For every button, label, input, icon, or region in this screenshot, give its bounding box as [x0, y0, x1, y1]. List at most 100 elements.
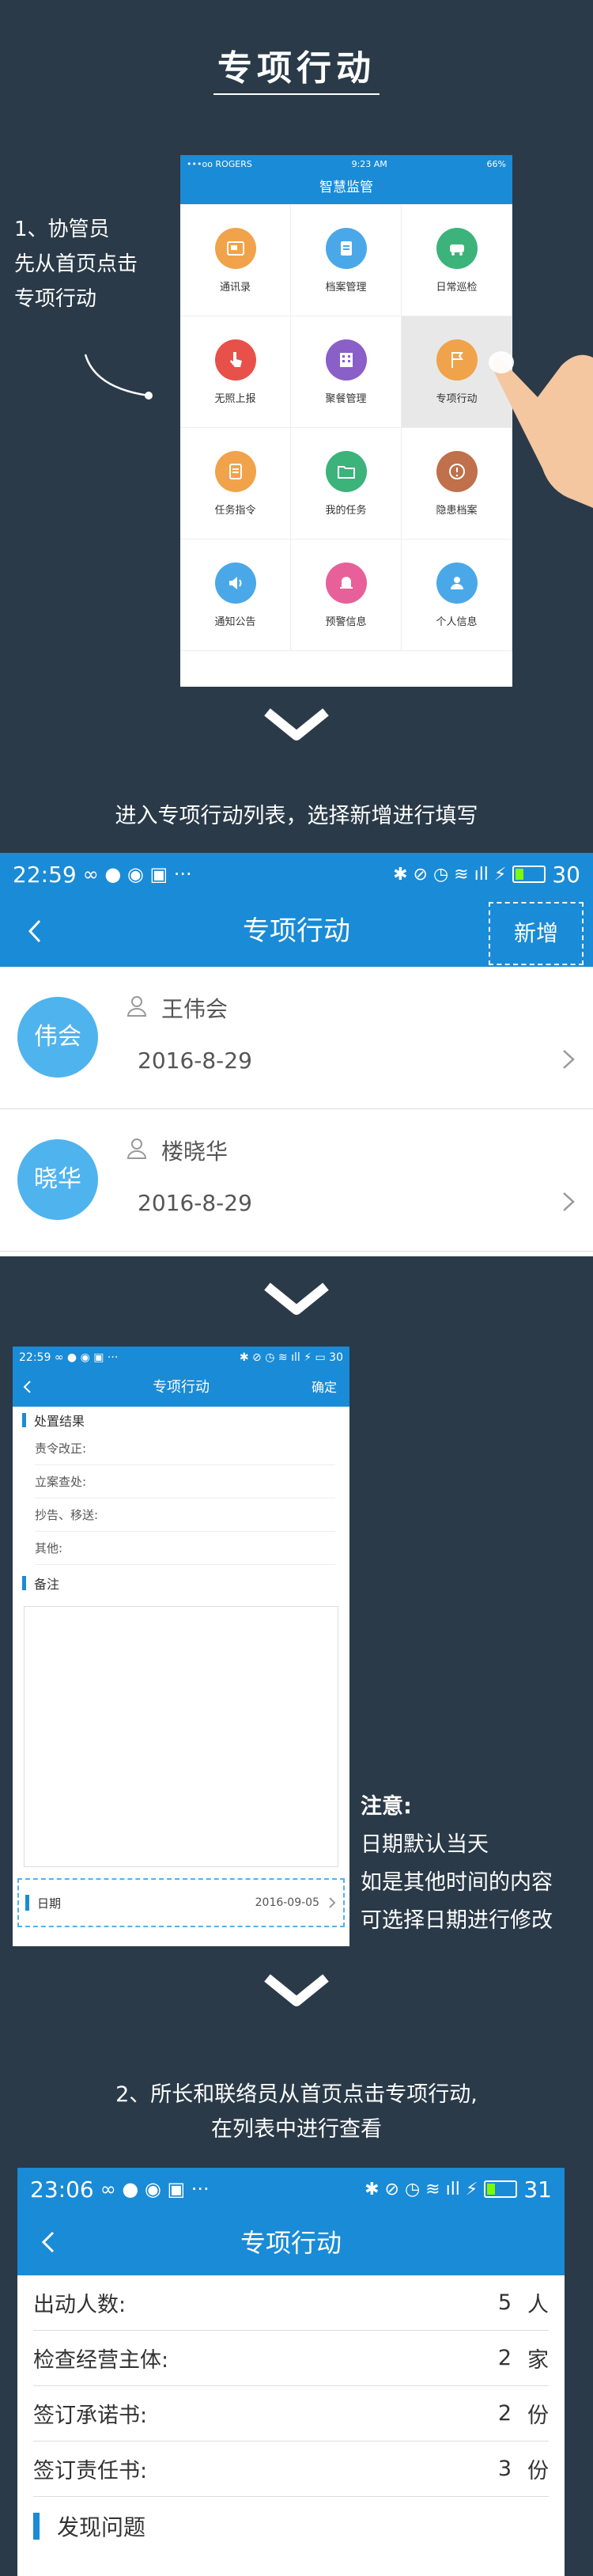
form-field[interactable]: 抄告、移送:: [35, 1498, 335, 1532]
grid-item-task-command[interactable]: 任务指令: [180, 428, 291, 540]
grid-label: 通知公告: [214, 616, 256, 628]
info-label: 签订承诺书:: [33, 2404, 148, 2428]
notification-icons: ∞ ● ◉ ▣ ···: [100, 2178, 210, 2200]
step1-line: 先从首页点击: [14, 252, 138, 276]
grid-item-contacts[interactable]: 通讯录: [180, 205, 291, 316]
section-header: 备注: [13, 1571, 349, 1595]
pointer-icon: [214, 339, 256, 381]
confirm-button[interactable]: 确定: [312, 1369, 337, 1407]
user-icon: [127, 996, 147, 1017]
note-line: 可选择日期进行修改: [361, 1908, 553, 1933]
status-bar: 23:06 ∞ ● ◉ ▣ ··· ✱ ⊘ ◷ ≋ ıll ⚡ 31: [17, 2168, 565, 2210]
add-new-button[interactable]: 新增: [489, 902, 584, 965]
step1-line: 1、协管员: [14, 218, 110, 241]
form-screen-phone: 22:59 ∞ ● ◉ ▣ ··· ✱ ⊘ ◷ ≋ ıll ⚡ ▭ 30 专项行…: [13, 1347, 349, 1946]
grid-item-notice[interactable]: 通知公告: [180, 540, 291, 651]
status-bar: 22:59 ∞ ● ◉ ▣ ··· ✱ ⊘ ◷ ≋ ıll ⚡ ▭ 30: [13, 1347, 349, 1369]
home-grid: 通讯录 档案管理 日常巡检 无照上报 聚餐管理 专项行动 任务指令 我的任务 隐…: [180, 204, 512, 651]
info-row: 签订责任书: 3 份: [33, 2442, 549, 2497]
form-field[interactable]: 其他:: [35, 1532, 335, 1565]
folder-icon: [325, 450, 367, 492]
hand-pointer-icon: [489, 351, 593, 508]
date-label: 日期: [37, 1896, 62, 1911]
curved-arrow-icon: [84, 354, 153, 400]
system-icons: ✱ ⊘ ◷ ≋ ıll ⚡ ▭: [239, 1351, 326, 1364]
date-row[interactable]: 日期 2016-09-05: [17, 1878, 345, 1927]
step1-text: 1、协管员 先从首页点击 专项行动: [14, 212, 138, 316]
avatar: 晓华: [17, 1139, 98, 1220]
remarks-textarea[interactable]: [24, 1606, 338, 1867]
list-item[interactable]: 晓华 楼晓华 2016-8-29: [0, 1109, 593, 1252]
status-time: 9:23 AM: [351, 158, 387, 169]
info-label: 检查经营主体:: [33, 2348, 169, 2373]
detail-screen-phone: 23:06 ∞ ● ◉ ▣ ··· ✱ ⊘ ◷ ≋ ıll ⚡ 31 专项行动 出动…: [17, 2168, 565, 2576]
date-value: 2016-09-05: [255, 1896, 319, 1909]
status-bar: •••oo ROGERS 9:23 AM 66%: [180, 155, 512, 172]
chevron-right-icon: [563, 1192, 575, 1211]
status-bar: 22:59 ∞ ● ◉ ▣ ··· ✱ ⊘ ◷ ≋ ıll ⚡ 30: [0, 853, 593, 896]
info-value: 2: [497, 2346, 512, 2370]
battery-level: 30: [329, 1351, 343, 1364]
record-date: 2016-8-29: [138, 1190, 252, 1216]
section-header: 发现问题: [17, 2497, 565, 2555]
note-block: 注意: 日期默认当天 如是其他时间的内容 可选择日期进行修改: [361, 1788, 553, 1940]
nav-title: 智慧监管: [180, 172, 512, 204]
alert-icon: [436, 450, 478, 492]
user-name: 楼晓华: [161, 1138, 229, 1165]
building-icon: [325, 339, 367, 381]
form-field[interactable]: 责令改正:: [35, 1432, 335, 1465]
list-item[interactable]: 伟会 王伟会 2016-8-29: [0, 967, 593, 1109]
info-row: 出动人数: 5 人: [33, 2275, 549, 2331]
info-value: 5: [497, 2290, 512, 2315]
car-icon: [436, 227, 478, 269]
note-line: 如是其他时间的内容: [361, 1870, 553, 1895]
speaker-icon: [214, 562, 256, 604]
info-row: 检查经营主体: 2 家: [33, 2331, 549, 2386]
grid-item-dining[interactable]: 聚餐管理: [291, 316, 402, 428]
person-icon: [436, 562, 478, 604]
avatar: 伟会: [17, 997, 98, 1078]
chevron-down-icon: [264, 1974, 329, 2006]
step3-line: 在列表中进行查看: [211, 2117, 382, 2142]
battery-icon: [512, 866, 546, 883]
step2-text: 进入专项行动列表，选择新增进行填写: [115, 804, 478, 828]
contacts-icon: [214, 227, 256, 269]
info-unit: 人: [527, 2293, 549, 2317]
info-unit: 家: [527, 2348, 549, 2373]
section-header: 处置结果: [13, 1408, 349, 1432]
battery-level: 30: [552, 861, 580, 888]
nav-bar: 专项行动 确定: [13, 1369, 349, 1407]
form-field[interactable]: 立案查处:: [35, 1465, 335, 1498]
chevron-right-icon: [329, 1897, 336, 1908]
battery-level: 66%: [486, 158, 506, 169]
nav-bar: 专项行动: [17, 2210, 565, 2275]
nav-title: 专项行动: [240, 2228, 342, 2258]
grid-label: 日常巡检: [436, 281, 478, 294]
bell-icon: [325, 562, 367, 604]
info-value: 3: [497, 2457, 512, 2481]
section-title: 发现问题: [57, 2514, 146, 2540]
nav-bar: 专项行动 新增: [0, 896, 593, 967]
user-name: 王伟会: [161, 996, 229, 1022]
record-date: 2016-8-29: [138, 1047, 252, 1074]
info-unit: 份: [527, 2404, 549, 2428]
step1-line: 专项行动: [14, 287, 97, 311]
grid-item-warning[interactable]: 预警信息: [291, 540, 402, 651]
user-icon: [127, 1138, 147, 1159]
grid-item-archive[interactable]: 档案管理: [291, 205, 402, 316]
info-unit: 份: [527, 2459, 549, 2483]
grid-label: 我的任务: [325, 504, 367, 517]
grid-item-my-tasks[interactable]: 我的任务: [291, 428, 402, 540]
grid-label: 聚餐管理: [325, 392, 367, 405]
info-row: 签订承诺书: 2 份: [33, 2386, 549, 2442]
grid-item-unlicensed-report[interactable]: 无照上报: [180, 316, 291, 428]
info-label: 签订责任书:: [33, 2459, 148, 2483]
grid-label: 预警信息: [325, 616, 367, 628]
section-title: 处置结果: [34, 1414, 85, 1429]
notification-icons: ∞ ● ◉ ▣ ···: [82, 863, 192, 885]
grid-label: 任务指令: [214, 504, 256, 517]
info-value: 2: [497, 2401, 512, 2426]
grid-item-patrol[interactable]: 日常巡检: [402, 205, 512, 316]
step3-text: 2、所长和联络员从首页点击专项行动, 在列表中进行查看: [0, 2078, 593, 2147]
chevron-down-icon: [264, 1282, 329, 1315]
